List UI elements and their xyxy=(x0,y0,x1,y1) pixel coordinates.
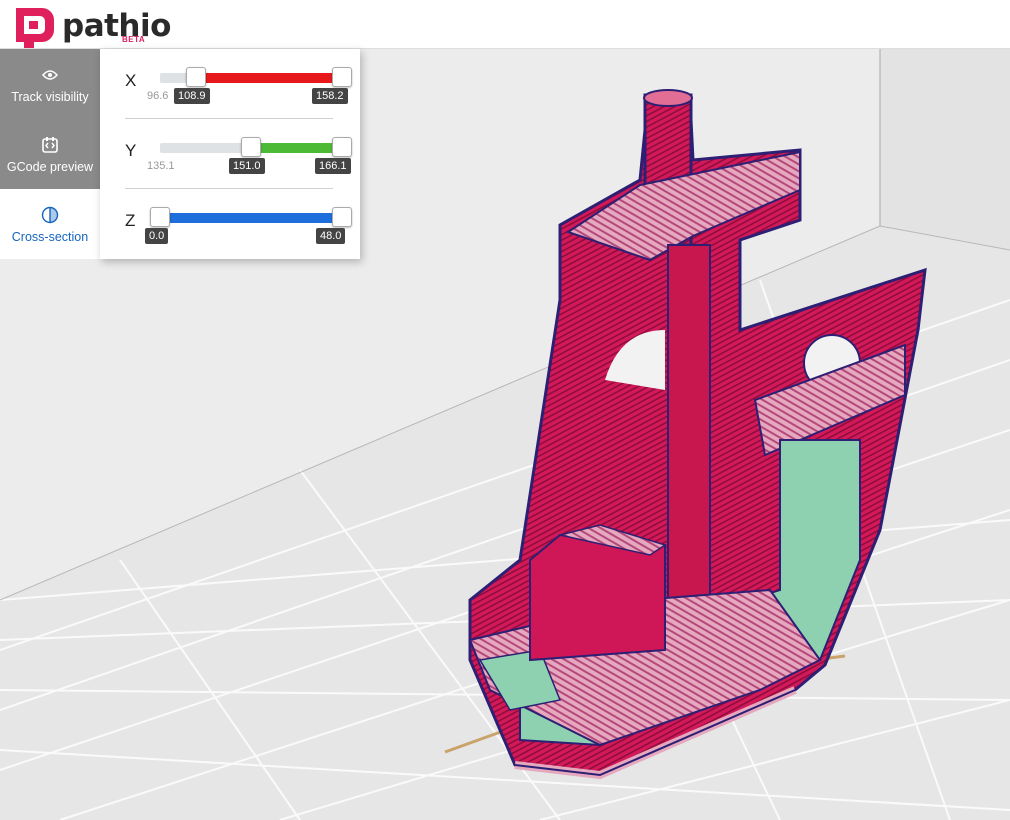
y-high-value: 166.1 xyxy=(315,158,351,174)
x-high-value: 158.2 xyxy=(312,88,348,104)
z-range-fill xyxy=(160,213,332,223)
y-min-handle[interactable] xyxy=(241,137,261,157)
app-header: pathio BETA xyxy=(0,0,1010,49)
z-high-value: 48.0 xyxy=(316,228,346,244)
side-wall xyxy=(880,49,1010,250)
x-max-handle[interactable] xyxy=(332,67,352,87)
sidebar: Track visibility GCode preview Cross-sec… xyxy=(0,49,100,259)
z-axis-label: Z xyxy=(125,211,136,230)
y-low-value: 151.0 xyxy=(229,158,265,174)
sidebar-item-cross-section[interactable]: Cross-section xyxy=(0,189,100,259)
z-slider-row: Z 0.0 48.0 xyxy=(100,189,360,259)
x-slider-row: X 96.6 108.9 158.2 xyxy=(100,49,360,119)
cross-section-icon xyxy=(41,205,59,225)
sidebar-item-label: Track visibility xyxy=(11,89,89,104)
pathio-logo[interactable]: pathio xyxy=(12,4,171,48)
cross-section-panel: X 96.6 108.9 158.2 Y 135.1 151.0 166.1 Z… xyxy=(100,49,360,259)
y-axis-label: Y xyxy=(125,141,137,160)
y-min-value: 135.1 xyxy=(147,160,175,172)
y-range-fill xyxy=(251,143,332,153)
sidebar-item-track-visibility[interactable]: Track visibility xyxy=(0,49,100,119)
y-max-handle[interactable] xyxy=(332,137,352,157)
eye-icon xyxy=(42,65,58,85)
y-slider-row: Y 135.1 151.0 166.1 xyxy=(100,119,360,189)
y-range-slider[interactable] xyxy=(160,137,352,157)
z-max-handle[interactable] xyxy=(332,207,352,227)
x-axis-label: X xyxy=(125,71,137,90)
sidebar-item-label: Cross-section xyxy=(11,229,89,244)
x-low-value: 108.9 xyxy=(174,88,210,104)
sidebar-item-label: GCode preview xyxy=(6,159,94,174)
sidebar-item-gcode-preview[interactable]: GCode preview xyxy=(0,119,100,189)
x-min-value: 96.6 xyxy=(147,90,169,102)
beta-badge: BETA xyxy=(122,35,146,44)
x-range-slider[interactable] xyxy=(160,67,352,87)
x-min-handle[interactable] xyxy=(186,67,206,87)
x-range-fill xyxy=(196,73,332,83)
z-range-slider[interactable] xyxy=(150,207,352,227)
z-min-handle[interactable] xyxy=(150,207,170,227)
app-name: pathio xyxy=(62,8,171,44)
pathio-logo-icon xyxy=(16,8,54,48)
z-low-value: 0.0 xyxy=(145,228,169,244)
gcode-icon xyxy=(42,135,58,155)
